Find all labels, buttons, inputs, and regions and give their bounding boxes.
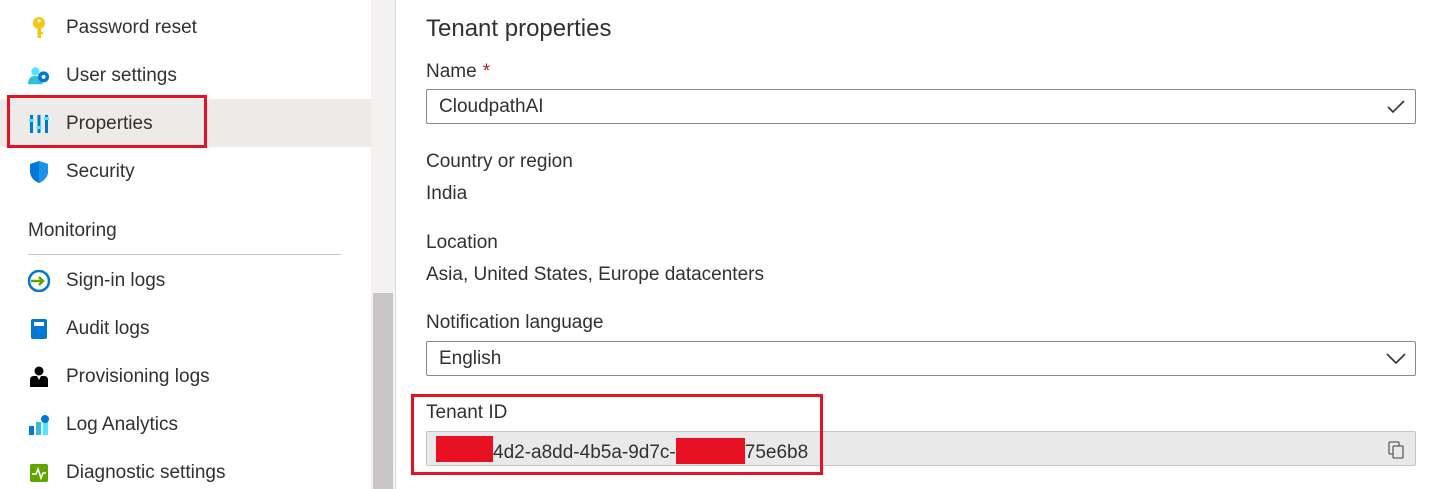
provisioning-user-icon bbox=[28, 366, 50, 388]
sidebar-item-sign-in-logs[interactable]: Sign-in logs bbox=[0, 256, 371, 304]
redaction-mark bbox=[436, 436, 493, 462]
page-title: Tenant properties bbox=[426, 15, 612, 42]
copy-icon[interactable] bbox=[1385, 439, 1407, 461]
properties-icon bbox=[28, 113, 50, 135]
notification-language-label: Notification language bbox=[426, 312, 604, 333]
sidebar-item-log-analytics[interactable]: Log Analytics bbox=[0, 400, 371, 448]
analytics-icon bbox=[28, 414, 50, 436]
section-divider bbox=[28, 254, 341, 255]
checkmark-icon bbox=[1385, 97, 1407, 117]
name-label: Name * bbox=[426, 61, 490, 83]
tenant-id-suffix: 75e6b8 bbox=[744, 442, 809, 463]
tenant-id-value: 4d2-a8dd-4b5a-9d7c- 75e6b8 bbox=[493, 438, 808, 464]
sidebar-item-security[interactable]: Security bbox=[0, 147, 371, 195]
sidebar-item-password-reset[interactable]: Password reset bbox=[0, 3, 371, 51]
sidebar-item-label: Audit logs bbox=[66, 318, 150, 339]
sidebar-item-label: Security bbox=[66, 161, 135, 182]
monitoring-section-header: Monitoring bbox=[28, 220, 117, 241]
sidebar-item-label: Diagnostic settings bbox=[66, 462, 226, 483]
name-input-value: CloudpathAI bbox=[439, 96, 544, 117]
shield-icon bbox=[28, 161, 50, 183]
country-value: India bbox=[426, 183, 468, 204]
diagnostic-icon bbox=[28, 462, 50, 484]
name-label-text: Name bbox=[426, 61, 477, 82]
required-indicator: * bbox=[482, 61, 491, 82]
redaction-mark bbox=[675, 438, 745, 464]
user-settings-icon bbox=[28, 65, 50, 87]
chevron-down-icon bbox=[1385, 349, 1407, 369]
scrollbar-thumb[interactable] bbox=[373, 293, 393, 489]
tenant-id-field[interactable]: 4d2-a8dd-4b5a-9d7c- 75e6b8 bbox=[426, 431, 1416, 466]
sign-in-icon bbox=[28, 270, 50, 292]
sidebar-item-label: User settings bbox=[66, 65, 177, 86]
sidebar-item-properties[interactable]: Properties bbox=[0, 99, 371, 147]
name-input[interactable]: CloudpathAI bbox=[426, 89, 1416, 124]
sidebar-item-label: Properties bbox=[66, 113, 153, 134]
book-icon bbox=[28, 318, 50, 340]
notification-language-value: English bbox=[439, 348, 502, 369]
sidebar-item-audit-logs[interactable]: Audit logs bbox=[0, 304, 371, 352]
sidebar-item-user-settings[interactable]: User settings bbox=[0, 51, 371, 99]
country-label: Country or region bbox=[426, 151, 573, 172]
location-value: Asia, United States, Europe datacenters bbox=[426, 264, 764, 285]
sidebar-item-provisioning-logs[interactable]: Provisioning logs bbox=[0, 352, 371, 400]
sidebar: Password reset User settings Properties bbox=[0, 0, 371, 489]
sidebar-item-diagnostic-settings[interactable]: Diagnostic settings bbox=[0, 448, 371, 489]
location-label: Location bbox=[426, 232, 498, 253]
tenant-id-label: Tenant ID bbox=[426, 402, 508, 423]
sidebar-item-label: Log Analytics bbox=[66, 414, 178, 435]
key-icon bbox=[28, 17, 50, 39]
sidebar-item-label: Sign-in logs bbox=[66, 270, 166, 291]
pane-divider bbox=[395, 0, 396, 489]
notification-language-dropdown[interactable]: English bbox=[426, 341, 1416, 376]
tenant-id-visible-part: 4d2-a8dd-4b5a-9d7c- bbox=[493, 442, 676, 463]
sidebar-item-label: Password reset bbox=[66, 17, 197, 38]
sidebar-item-label: Provisioning logs bbox=[66, 366, 210, 387]
